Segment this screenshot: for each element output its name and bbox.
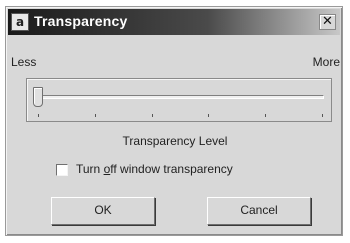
slider-track[interactable] bbox=[34, 95, 324, 99]
slider-tick bbox=[152, 114, 153, 117]
slider-min-label: Less bbox=[11, 55, 37, 69]
cancel-button[interactable]: Cancel bbox=[207, 197, 311, 225]
slider-frame bbox=[26, 78, 332, 122]
title-bar[interactable]: a Transparency ✕ bbox=[8, 9, 340, 35]
slider-tick bbox=[208, 114, 209, 117]
slider-tick bbox=[322, 114, 323, 117]
slider-tick bbox=[95, 114, 96, 117]
app-icon: a bbox=[11, 13, 29, 31]
slider-tick bbox=[265, 114, 266, 117]
close-button[interactable]: ✕ bbox=[319, 14, 336, 30]
slider-max-label: More bbox=[312, 55, 340, 69]
checkbox-label[interactable]: Turn off window transparency bbox=[76, 162, 233, 176]
slider-thumb[interactable] bbox=[33, 87, 43, 107]
window-title: Transparency bbox=[34, 13, 128, 29]
close-icon: ✕ bbox=[322, 14, 333, 29]
slider-caption: Transparency Level bbox=[122, 134, 228, 148]
ok-button[interactable]: OK bbox=[51, 197, 155, 225]
slider-tick bbox=[38, 114, 39, 117]
transparency-off-checkbox[interactable] bbox=[56, 164, 68, 176]
